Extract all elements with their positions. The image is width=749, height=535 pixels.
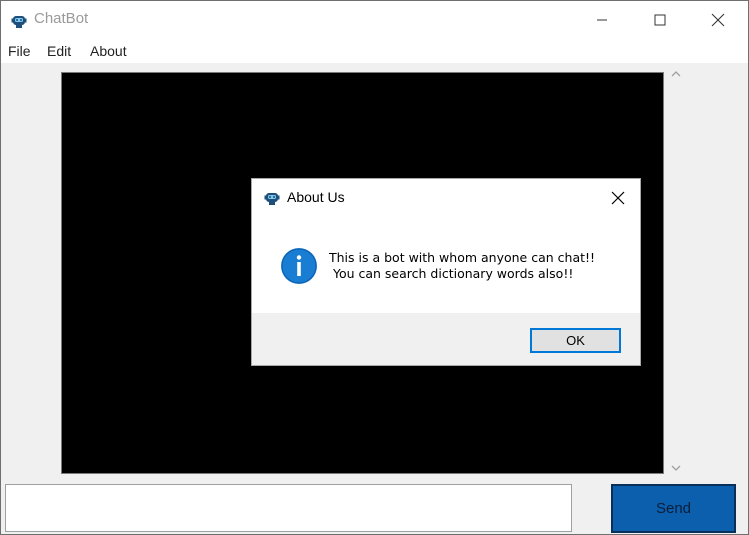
menu-edit[interactable]: Edit xyxy=(47,43,71,59)
about-dialog: About Us This is a bot with whom anyone … xyxy=(251,178,641,366)
dialog-footer: OK xyxy=(252,313,640,365)
menu-about[interactable]: About xyxy=(90,43,127,59)
chatbot-window: ChatBot File Edit About Send About Us Th… xyxy=(0,0,749,535)
dialog-title: About Us xyxy=(287,189,345,205)
window-title: ChatBot xyxy=(34,10,89,27)
scroll-up-icon[interactable] xyxy=(671,70,681,78)
message-input[interactable] xyxy=(5,484,572,532)
robot-icon xyxy=(11,16,27,28)
maximize-button[interactable] xyxy=(631,1,689,39)
minimize-button[interactable] xyxy=(573,1,631,39)
menu-file[interactable]: File xyxy=(8,43,31,59)
menu-bar: File Edit About xyxy=(1,39,748,63)
dialog-close-button[interactable] xyxy=(606,187,630,209)
chat-scrollbar[interactable] xyxy=(665,67,687,479)
close-button[interactable] xyxy=(689,1,747,39)
close-icon xyxy=(611,191,625,205)
info-icon xyxy=(281,248,317,284)
ok-button[interactable]: OK xyxy=(530,328,621,353)
minimize-icon xyxy=(597,19,607,21)
close-icon xyxy=(711,13,725,27)
dialog-message-line-2: You can search dictionary words also!! xyxy=(329,266,574,281)
send-button[interactable]: Send xyxy=(611,484,736,533)
maximize-icon xyxy=(654,14,666,26)
scroll-down-icon[interactable] xyxy=(671,464,681,472)
robot-icon xyxy=(264,193,280,205)
title-bar[interactable]: ChatBot xyxy=(1,1,748,39)
dialog-message-line-1: This is a bot with whom anyone can chat!… xyxy=(329,250,596,265)
dialog-title-bar[interactable]: About Us xyxy=(252,179,640,217)
